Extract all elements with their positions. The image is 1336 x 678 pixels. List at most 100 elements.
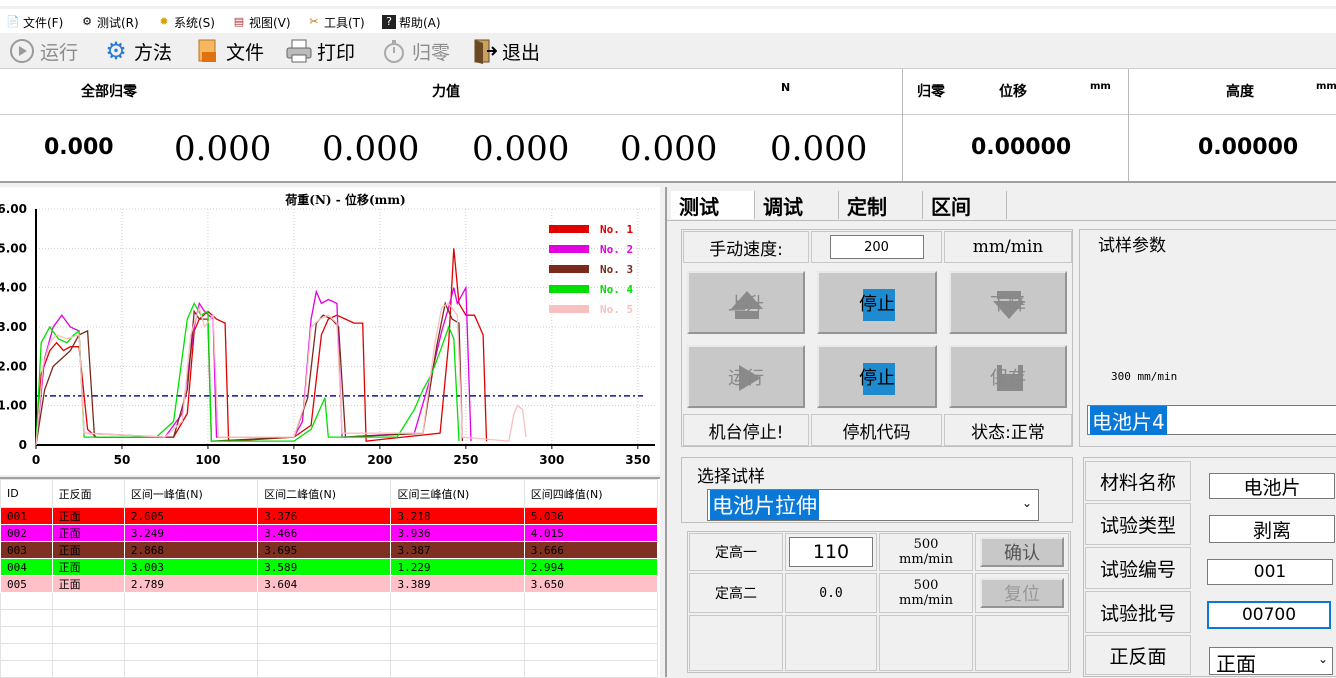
tab-custom[interactable]: 定制 xyxy=(839,191,923,219)
results-table: ID 正反面 区间一峰值(N) 区间二峰值(N) 区间三峰值(N) 区间四峰值(N) 00… xyxy=(0,479,659,678)
height2-rate-cell: 500 mm/min xyxy=(879,573,973,613)
empty-cell xyxy=(689,615,783,671)
speed-value: 200 xyxy=(864,239,889,255)
confirm-button[interactable]: 确认 xyxy=(980,537,1064,567)
up-button[interactable]: 上升 xyxy=(687,271,805,334)
toolbar: 运行 ⚙ 方法 文件 打印 归零 退出 xyxy=(0,33,1336,69)
menu-test[interactable]: ⚙ 测试(R) xyxy=(80,13,139,31)
menu-file[interactable]: 📄 文件(F) xyxy=(6,13,63,31)
run-button[interactable]: 运行 xyxy=(8,36,78,66)
table-row[interactable]: 005 正面 2.789 3.604 3.389 3.650 xyxy=(0,575,659,593)
table-cell xyxy=(390,660,525,678)
table-cell: 3.466 xyxy=(257,524,392,542)
material-field[interactable]: 电池片 xyxy=(1209,473,1335,499)
tab-test[interactable]: 测试 xyxy=(671,191,755,219)
file-button[interactable]: 文件 xyxy=(194,36,264,66)
type-label: 试验类型 xyxy=(1099,514,1176,537)
state-cell: 状态:正常 xyxy=(944,414,1072,446)
exit-button[interactable]: 退出 xyxy=(470,36,540,66)
height2-rate-unit: mm/min xyxy=(899,593,953,608)
zero-button[interactable]: 归零 xyxy=(380,36,450,66)
table-row-empty xyxy=(0,626,659,644)
batch-field[interactable]: 00700 xyxy=(1207,601,1331,629)
column-header[interactable]: 区间一峰值(N) xyxy=(123,479,259,508)
title-bar xyxy=(0,0,1336,6)
print-label: 打印 xyxy=(317,41,356,64)
table-cell xyxy=(51,592,125,610)
gear-icon: ⚙ xyxy=(105,37,127,65)
menu-view[interactable]: ▤ 视图(V) xyxy=(232,13,291,31)
method-button[interactable]: ⚙ 方法 xyxy=(102,36,172,66)
height1-input-cell: 110 xyxy=(785,533,877,571)
column-header[interactable]: 正反面 xyxy=(51,479,125,508)
stop-button[interactable]: 停止 xyxy=(817,271,937,334)
column-header[interactable]: ID xyxy=(0,479,53,508)
tab-label: 区间 xyxy=(931,194,971,219)
side-label-cell: 正反面 xyxy=(1085,635,1191,675)
table-cell: 002 xyxy=(0,524,53,542)
column-header[interactable]: 区间四峰值(N) xyxy=(523,479,659,508)
tools-icon: ✂ xyxy=(309,15,319,28)
reset-button[interactable]: 复位 xyxy=(980,578,1064,608)
help-icon: ? xyxy=(382,15,396,29)
sample-select[interactable]: 电池片拉伸 ⌄ xyxy=(707,489,1039,521)
table-row[interactable]: 001 正面 2.605 3.376 3.218 5.036 xyxy=(0,507,659,525)
down-button[interactable]: 下降 xyxy=(949,271,1067,334)
table-cell: 3.650 xyxy=(523,575,659,593)
table-cell xyxy=(0,609,53,627)
table-cell xyxy=(390,643,525,661)
file-label: 文件 xyxy=(226,41,265,64)
results-table-panel: ID 正反面 区间一峰值(N) 区间二峰值(N) 区间三峰值(N) 区间四峰值(N) 00… xyxy=(0,477,660,678)
table-cell: 005 xyxy=(0,575,53,593)
table-cell xyxy=(523,626,659,644)
speed-unit-cell: mm/min xyxy=(944,231,1072,263)
height1-value: 110 xyxy=(812,541,850,563)
table-cell xyxy=(123,626,259,644)
height1-input[interactable]: 110 xyxy=(789,537,873,567)
menu-tools[interactable]: ✂ 工具(T) xyxy=(307,13,364,31)
zero-all-label[interactable]: 全部归零 xyxy=(81,81,137,101)
number-field[interactable]: 001 xyxy=(1207,559,1333,585)
side-select[interactable]: 正面 ⌄ xyxy=(1209,647,1333,676)
column-header[interactable]: 区间三峰值(N) xyxy=(390,479,525,508)
menu-system[interactable]: ✹ 系统(S) xyxy=(157,13,215,31)
column-header[interactable]: 区间二峰值(N) xyxy=(257,479,392,508)
table-row[interactable]: 003 正面 2.868 3.695 3.387 3.666 xyxy=(0,541,659,559)
height2-value-cell: 0.0 xyxy=(785,573,877,613)
height1-rate: 500 xyxy=(913,537,939,552)
table-cell xyxy=(390,626,525,644)
table-row[interactable]: 002 正面 3.249 3.466 3.936 4.015 xyxy=(0,524,659,542)
save-button[interactable]: 保存 xyxy=(949,345,1067,408)
sample-param-select[interactable]: 电池片4 xyxy=(1087,405,1336,435)
series-line-4 xyxy=(35,301,460,446)
height2-value: 0.0 xyxy=(819,585,843,601)
batch-label: 试验批号 xyxy=(1099,602,1176,625)
speed-input[interactable]: 200 xyxy=(829,235,924,259)
table-cell: 003 xyxy=(0,541,53,559)
menu-help[interactable]: ? 帮助(A) xyxy=(382,13,441,31)
stop-test-button[interactable]: 停止 xyxy=(817,345,937,408)
type-field[interactable]: 剥离 xyxy=(1209,515,1335,543)
number-label: 试验编号 xyxy=(1099,558,1176,581)
table-cell: 3.936 xyxy=(390,524,525,542)
height1-label: 定高一 xyxy=(715,545,757,561)
tab-interval[interactable]: 区间 xyxy=(923,191,1007,219)
table-cell xyxy=(51,643,125,661)
chart-svg: 荷重(N) - 位移(mm) 0 1.00 2.00 3.00 4.00 5.00 6.00 0… xyxy=(0,192,655,467)
table-row[interactable]: 004 正面 3.003 3.589 1.229 2.994 xyxy=(0,558,659,576)
tab-debug[interactable]: 调试 xyxy=(755,191,839,219)
run-test-button[interactable]: 运行 xyxy=(687,345,805,408)
table-cell xyxy=(390,592,525,610)
print-button[interactable]: 打印 xyxy=(285,36,355,66)
height1-rate-cell: 500 mm/min xyxy=(879,533,973,571)
file-icon: 📄 xyxy=(6,15,20,28)
table-cell: 3.666 xyxy=(523,541,659,559)
disp-zero-label[interactable]: 归零 xyxy=(917,81,945,101)
table-cell xyxy=(123,592,259,610)
table-cell: 001 xyxy=(0,507,53,525)
table-cell xyxy=(123,643,259,661)
table-body: 001 正面 2.605 3.376 3.218 5.036 002 正面 3.249 3.466… xyxy=(0,507,659,678)
table-cell xyxy=(523,592,659,610)
legend-label-2: No. 2 xyxy=(600,243,633,256)
x-tick-label: 150 xyxy=(281,453,306,467)
